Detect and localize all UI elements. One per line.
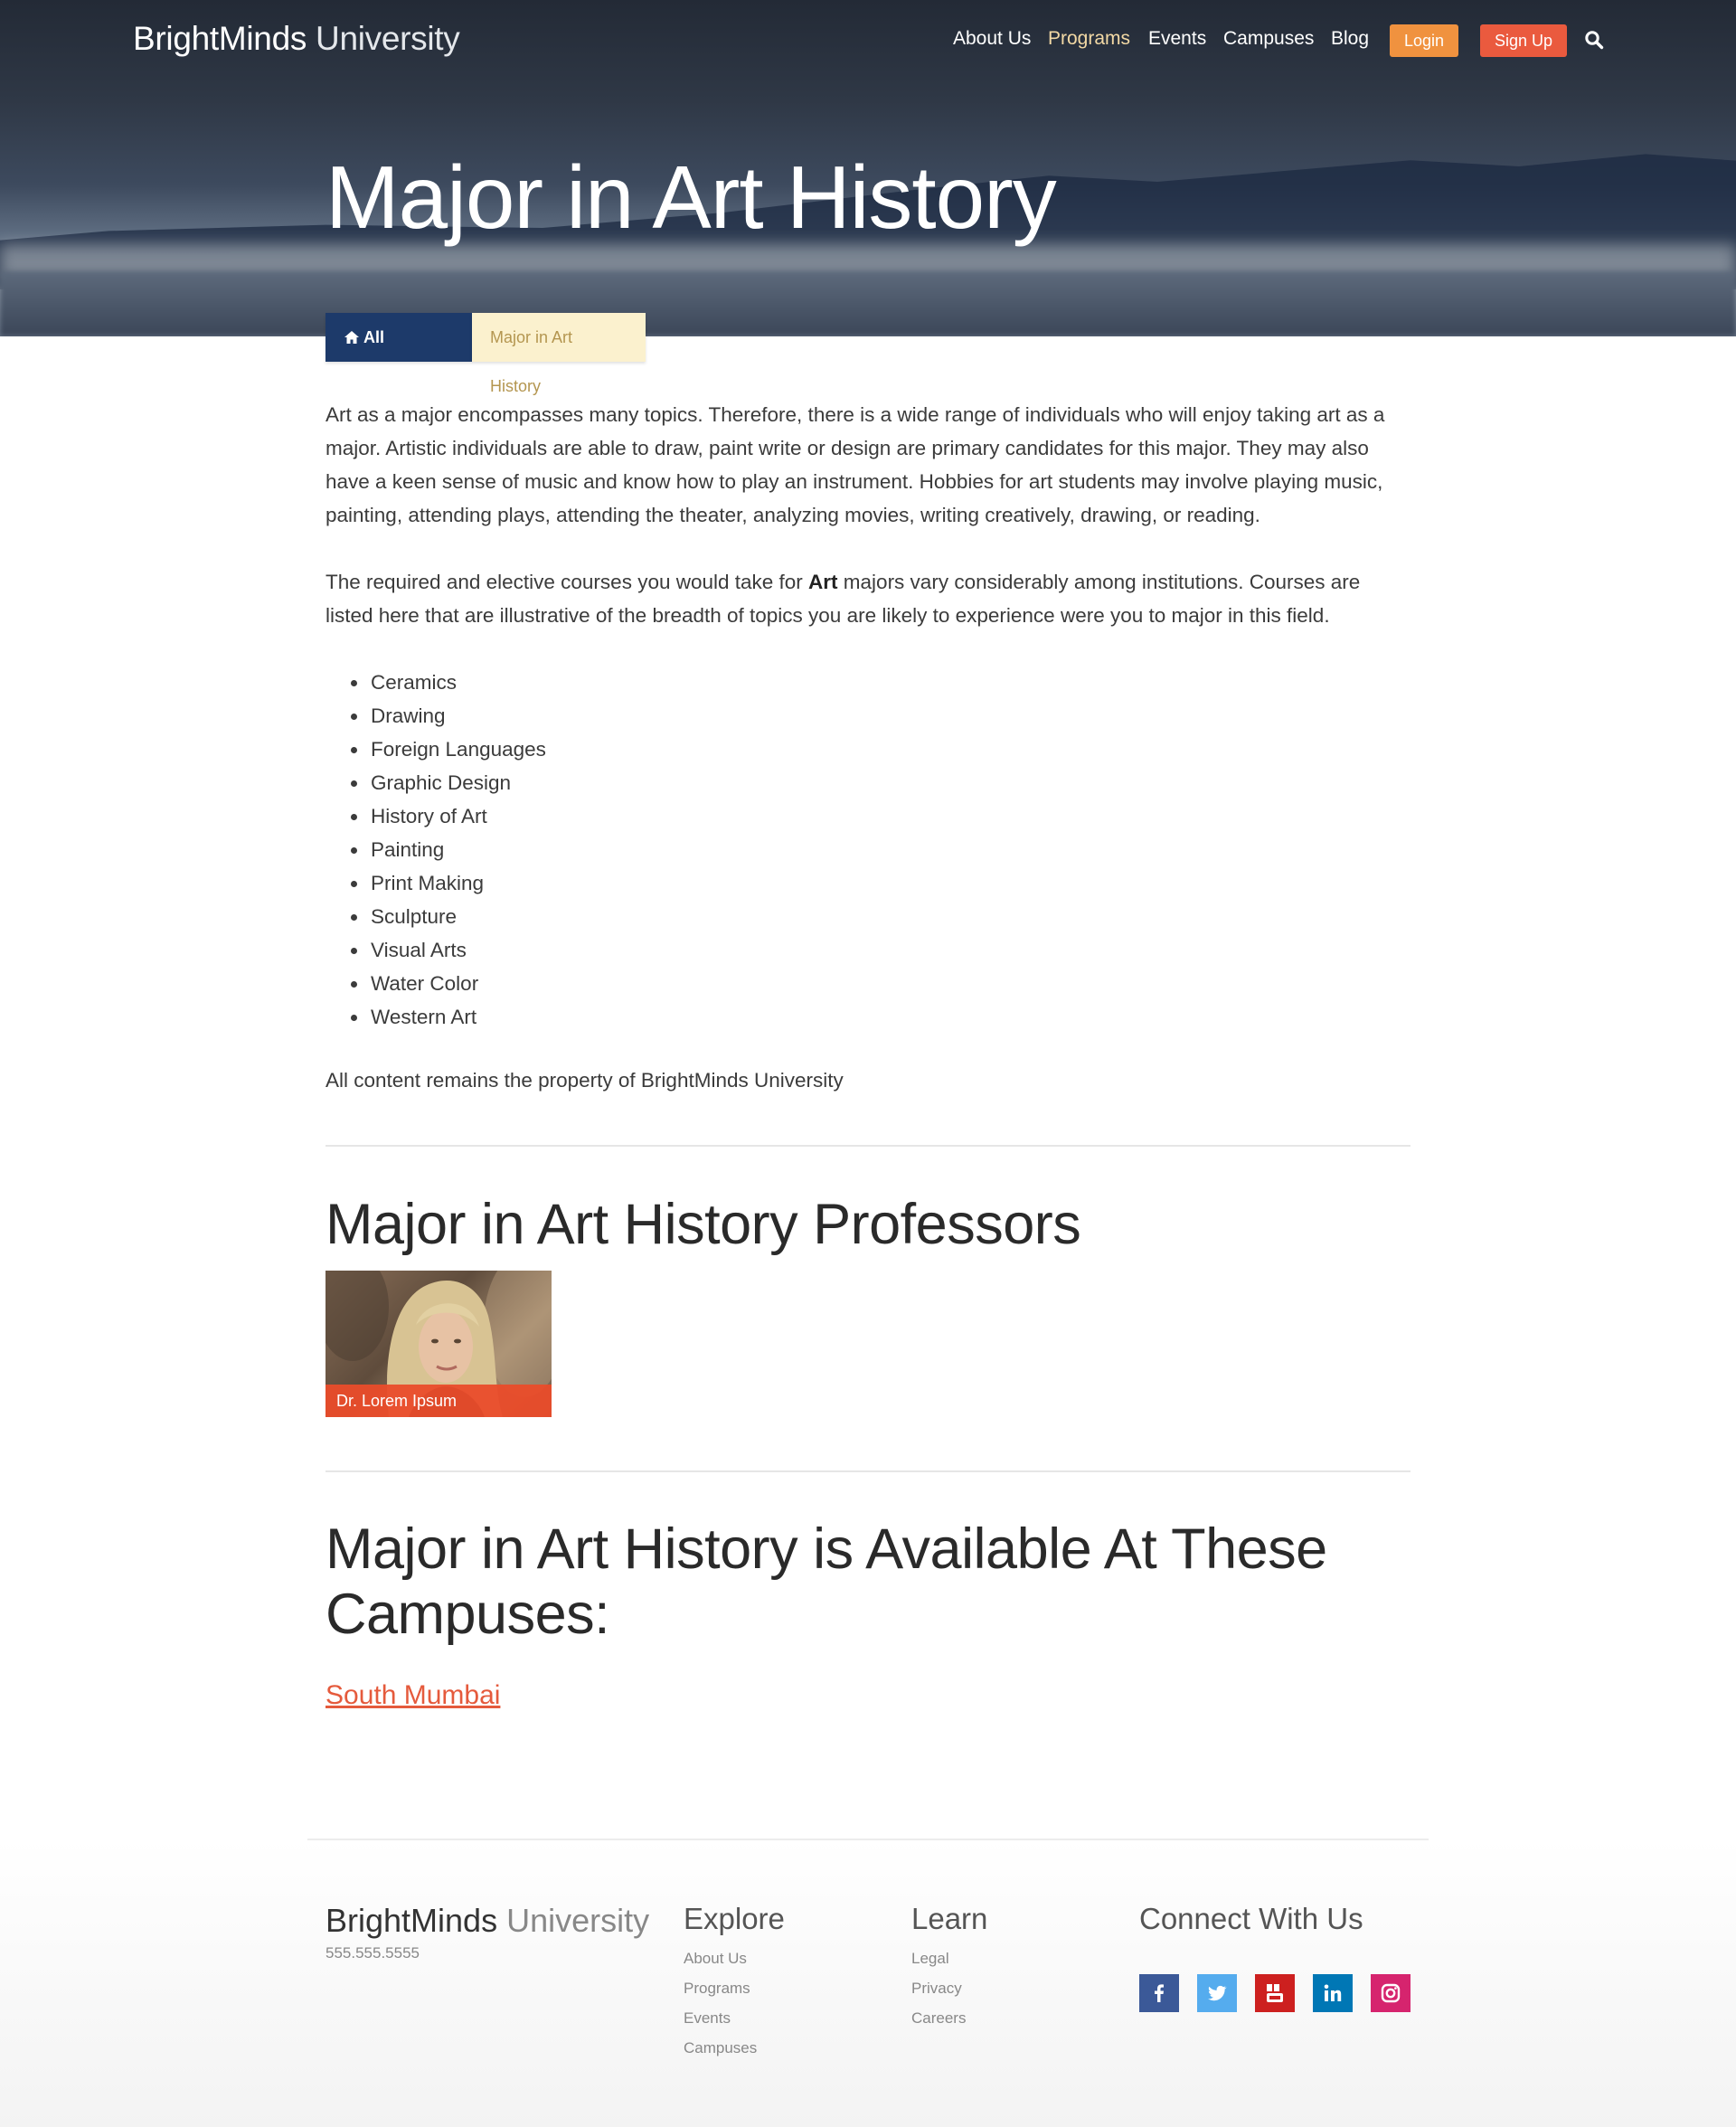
hero-shore xyxy=(0,271,1736,336)
signup-button[interactable]: Sign Up xyxy=(1480,24,1568,57)
divider xyxy=(326,1470,1410,1472)
footer-link-programs[interactable]: Programs xyxy=(684,1973,785,2003)
instagram-icon[interactable] xyxy=(1371,1974,1410,2012)
professors-heading: Major in Art History Professors xyxy=(326,1193,1081,1256)
search-icon[interactable] xyxy=(1584,30,1604,50)
footer-link-privacy[interactable]: Privacy xyxy=(911,1973,987,2003)
footer-learn: Learn Legal Privacy Careers xyxy=(911,1902,987,2033)
footer-phone: 555.555.5555 xyxy=(326,1944,420,1962)
footer-logo-secondary: University xyxy=(506,1902,650,1939)
breadcrumb-current: Major in Art History xyxy=(472,313,646,395)
footer-logo[interactable]: BrightMinds University xyxy=(326,1902,649,1940)
footer-link-careers[interactable]: Careers xyxy=(911,2003,987,2033)
footer-learn-title: Learn xyxy=(911,1902,988,1935)
page-title: Major in Art History xyxy=(326,147,1057,247)
nav-blog[interactable]: Blog xyxy=(1331,28,1369,50)
site-footer: BrightMinds University 555.555.5555 Expl… xyxy=(0,1839,1736,2127)
footer-link-events[interactable]: Events xyxy=(684,2003,785,2033)
linkedin-icon[interactable] xyxy=(1313,1974,1353,2012)
facebook-icon[interactable] xyxy=(1139,1974,1179,2012)
hero-banner: BrightMinds University About Us Programs… xyxy=(0,0,1736,336)
list-item: Foreign Languages xyxy=(326,733,1410,766)
footer-link-legal[interactable]: Legal xyxy=(911,1943,987,1973)
footer-link-about-us[interactable]: About Us xyxy=(684,1943,785,1973)
social-links xyxy=(1139,1974,1410,2012)
list-item: Graphic Design xyxy=(326,766,1410,799)
login-button[interactable]: Login xyxy=(1390,24,1459,57)
courses-text-1: The required and elective courses you wo… xyxy=(326,571,809,593)
footer-connect-title: Connect With Us xyxy=(1139,1902,1363,1935)
twitter-icon[interactable] xyxy=(1197,1974,1237,2012)
list-item: History of Art xyxy=(326,799,1410,833)
footer-link-campuses[interactable]: Campuses xyxy=(684,2033,785,2063)
professor-card[interactable]: Dr. Lorem Ipsum xyxy=(326,1271,552,1417)
courses-paragraph: The required and elective courses you wo… xyxy=(326,565,1410,632)
program-description: Art as a major encompasses many topics. … xyxy=(326,398,1410,1097)
nav-events[interactable]: Events xyxy=(1148,28,1206,50)
list-item: Drawing xyxy=(326,699,1410,733)
campuses-heading-line2: Campuses: xyxy=(326,1583,610,1646)
list-item: Visual Arts xyxy=(326,933,1410,967)
copyright-note: All content remains the property of Brig… xyxy=(326,1069,844,1092)
courses-text-bold: Art xyxy=(808,571,838,593)
nav-programs[interactable]: Programs xyxy=(1048,28,1130,50)
list-item: Ceramics xyxy=(326,666,1410,699)
divider xyxy=(326,1145,1410,1147)
list-item: Print Making xyxy=(326,866,1410,900)
campus-link-south-mumbai[interactable]: South Mumbai xyxy=(326,1680,500,1711)
footer-connect: Connect With Us xyxy=(1139,1902,1363,1943)
footer-explore: Explore About Us Programs Events Campuse… xyxy=(684,1902,785,2063)
list-item: Sculpture xyxy=(326,900,1410,933)
intro-paragraph: Art as a major encompasses many topics. … xyxy=(326,403,1385,526)
home-icon xyxy=(344,315,360,364)
professor-name: Dr. Lorem Ipsum xyxy=(326,1385,552,1417)
campuses-heading-line1: Major in Art History is Available At The… xyxy=(326,1517,1327,1581)
footer-explore-title: Explore xyxy=(684,1902,785,1935)
main-nav: About Us Programs Events Campuses Blog L… xyxy=(0,24,1736,57)
list-item: Water Color xyxy=(326,967,1410,1000)
list-item: Painting xyxy=(326,833,1410,866)
courses-list: Ceramics Drawing Foreign Languages Graph… xyxy=(326,666,1410,1034)
campuses-heading: Major in Art History is Available At The… xyxy=(326,1517,1327,1647)
youtube-icon[interactable] xyxy=(1255,1974,1295,2012)
footer-logo-primary: BrightMinds xyxy=(326,1902,498,1939)
footer-divider xyxy=(307,1839,1429,1840)
list-item: Western Art xyxy=(326,1000,1410,1034)
nav-campuses[interactable]: Campuses xyxy=(1223,28,1314,50)
breadcrumb-all-programs[interactable]: All Programs xyxy=(326,313,472,397)
nav-about-us[interactable]: About Us xyxy=(953,28,1031,50)
